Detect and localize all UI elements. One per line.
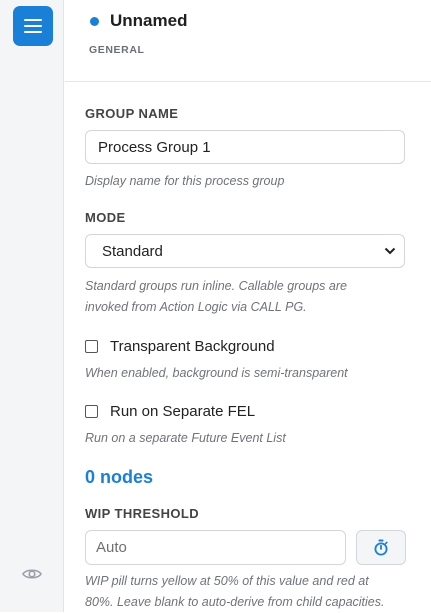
separate-fel-option[interactable]: Run on Separate FEL <box>85 403 255 420</box>
eye-icon <box>22 569 42 579</box>
status-dot <box>90 17 99 26</box>
transparent-background-checkbox[interactable] <box>85 340 98 353</box>
mode-label: MODE <box>85 210 126 225</box>
transparent-background-option[interactable]: Transparent Background <box>85 338 275 355</box>
wip-threshold-label: WIP THRESHOLD <box>85 506 200 521</box>
menu-button[interactable] <box>13 6 53 46</box>
stopwatch-icon <box>374 539 388 556</box>
node-count: 0 nodes <box>85 467 154 487</box>
section-subtitle: GENERAL <box>89 44 145 56</box>
mode-selected-value: Standard <box>102 242 163 260</box>
wip-help-line-2: 80%. Leave blank to auto-derive from chi… <box>85 595 385 609</box>
wip-help-line-1: WIP pill turns yellow at 50% of this val… <box>85 574 369 588</box>
transparent-background-help: When enabled, background is semi-transpa… <box>85 366 348 380</box>
properties-panel: GROUP NAME Process Group 1 Display name … <box>65 82 431 612</box>
separate-fel-label: Run on Separate FEL <box>110 403 256 420</box>
mode-help-line-2: invoked from Action Logic via CALL PG. <box>85 300 307 314</box>
wip-threshold-placeholder: Auto <box>96 539 127 556</box>
group-name-help: Display name for this process group <box>85 174 285 188</box>
wip-threshold-input[interactable]: Auto <box>85 530 346 565</box>
mode-select[interactable]: Standard <box>85 234 405 268</box>
group-name-input[interactable]: Process Group 1 <box>85 130 405 164</box>
visibility-toggle[interactable] <box>21 564 43 584</box>
separate-fel-help: Run on a separate Future Event List <box>85 431 286 445</box>
separate-fel-checkbox[interactable] <box>85 405 98 418</box>
left-rail <box>0 0 64 612</box>
menu-icon <box>24 19 42 33</box>
group-name-value: Process Group 1 <box>98 138 211 156</box>
transparent-background-label: Transparent Background <box>110 338 275 355</box>
group-name-label: GROUP NAME <box>85 106 179 121</box>
chevron-down-icon <box>384 247 396 255</box>
page-title: Unnamed <box>110 11 188 30</box>
auto-derive-button[interactable] <box>356 530 406 565</box>
mode-help-line-1: Standard groups run inline. Callable gro… <box>85 279 347 293</box>
panel-header: Unnamed GENERAL <box>65 0 431 82</box>
